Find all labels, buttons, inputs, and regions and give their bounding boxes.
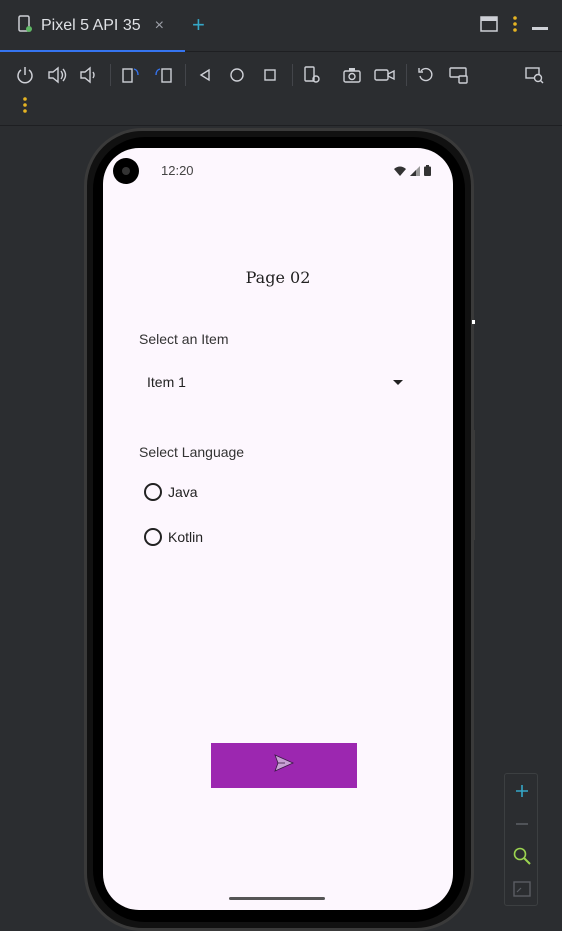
add-tab-button[interactable]: +	[192, 14, 205, 36]
item-dropdown[interactable]: Item 1	[139, 362, 403, 402]
tab-bar: Pixel 5 API 35 × +	[0, 0, 562, 53]
volume-down-icon[interactable]	[77, 64, 99, 86]
tab-close-icon[interactable]: ×	[155, 17, 164, 35]
minimize-icon[interactable]	[532, 18, 548, 36]
radio-label-kotlin: Kotlin	[168, 529, 204, 545]
wifi-icon	[394, 163, 406, 181]
side-indicator	[472, 320, 475, 324]
restore-icon[interactable]	[480, 16, 498, 37]
side-button	[472, 430, 475, 540]
radio-button[interactable]	[144, 483, 162, 501]
tab-pixel5[interactable]: Pixel 5 API 35 ×	[0, 0, 185, 53]
fit-screen-icon[interactable]	[511, 878, 533, 900]
radio-label-java: Java	[168, 484, 198, 500]
zoom-in-icon[interactable]	[511, 780, 533, 802]
device-mirror-icon[interactable]	[524, 64, 546, 86]
tab-label: Pixel 5 API 35	[41, 17, 141, 34]
status-time: 12:20	[161, 163, 194, 178]
device-screen: 12:20 Page 02 Select an Item Item 1 Sele…	[103, 148, 453, 910]
radio-button[interactable]	[144, 528, 162, 546]
rotate-right-icon[interactable]	[153, 64, 175, 86]
window-controls	[480, 16, 548, 37]
dropdown-value: Item 1	[147, 374, 186, 390]
more-icon[interactable]	[14, 94, 36, 116]
power-icon[interactable]	[14, 64, 36, 86]
screenshot-icon[interactable]	[341, 64, 363, 86]
back-icon[interactable]	[194, 64, 216, 86]
signal-icon	[410, 163, 420, 181]
send-button[interactable]	[211, 743, 357, 788]
page-title: Page 02	[245, 268, 311, 287]
volume-up-icon[interactable]	[46, 64, 68, 86]
select-item-label: Select an Item	[139, 331, 229, 347]
more-options-icon[interactable]	[512, 16, 518, 37]
rotate-left-icon[interactable]	[119, 64, 141, 86]
gesture-bar	[229, 897, 325, 900]
camera-icon	[113, 158, 139, 184]
zoom-actual-icon[interactable]	[511, 845, 533, 867]
zoom-out-icon[interactable]	[511, 813, 533, 835]
device-settings-icon[interactable]	[301, 64, 323, 86]
overview-icon[interactable]	[259, 64, 281, 86]
device-icon	[17, 14, 33, 38]
dropdown-arrow-icon	[393, 373, 403, 391]
battery-icon	[424, 163, 431, 181]
send-icon	[274, 754, 294, 777]
keyboard-icon[interactable]	[448, 64, 470, 86]
radio-java[interactable]: Java	[144, 483, 198, 501]
zoom-panel	[504, 773, 538, 906]
radio-kotlin[interactable]: Kotlin	[144, 528, 203, 546]
reset-icon[interactable]	[415, 64, 437, 86]
home-icon[interactable]	[226, 64, 248, 86]
status-icons	[394, 163, 431, 181]
select-language-label: Select Language	[139, 444, 245, 460]
screen-record-icon[interactable]	[374, 64, 396, 86]
